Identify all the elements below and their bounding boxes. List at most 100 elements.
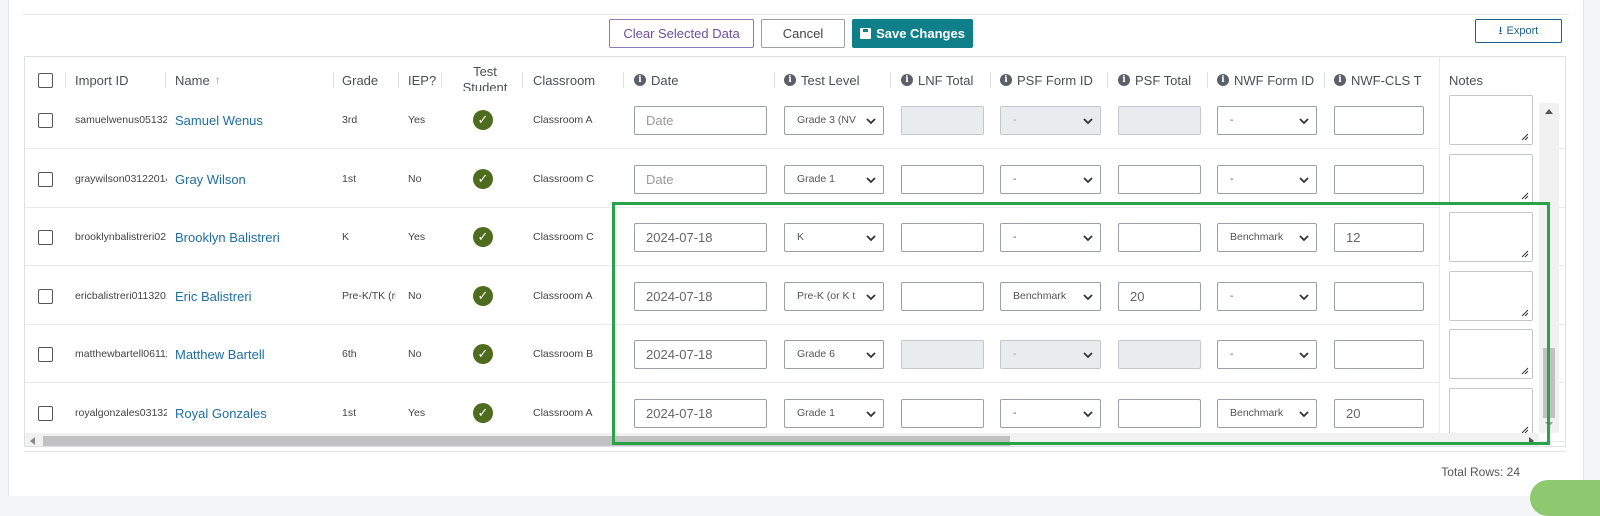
column-separator[interactable] — [398, 72, 399, 88]
horizontal-scrollbar[interactable] — [25, 433, 1539, 447]
nwf-cls-input[interactable] — [1334, 106, 1424, 135]
select-all-checkbox[interactable] — [38, 73, 53, 88]
nwf-form-id-select[interactable]: - — [1217, 106, 1317, 135]
notes-textarea[interactable] — [1449, 212, 1533, 262]
column-separator[interactable] — [65, 72, 66, 88]
table-row[interactable]: matthewbartell0611z Matthew Bartell 6th … — [25, 325, 1565, 383]
save-changes-button[interactable]: Save Changes — [852, 19, 973, 48]
nwf-cls-input[interactable] — [1334, 340, 1424, 369]
nwf-form-id-select[interactable]: Benchmark — [1217, 399, 1317, 428]
column-separator[interactable] — [165, 72, 166, 88]
row-checkbox[interactable] — [38, 347, 53, 362]
student-name-link[interactable]: Brooklyn Balistreri — [175, 208, 280, 266]
date-input[interactable]: 2024-07-18 — [634, 340, 767, 369]
column-separator[interactable] — [990, 72, 991, 88]
info-icon[interactable]: i — [1000, 74, 1012, 86]
date-input[interactable]: Date — [634, 106, 767, 135]
row-checkbox[interactable] — [38, 289, 53, 304]
export-button[interactable]: ⭳Export — [1475, 19, 1562, 43]
nwf-form-id-select[interactable]: - — [1217, 340, 1317, 369]
psf-total-input[interactable] — [1118, 399, 1201, 428]
chevron-down-icon — [865, 115, 877, 127]
psf-total-input[interactable]: 20 — [1118, 282, 1201, 311]
column-separator[interactable] — [1107, 72, 1108, 88]
lnf-total-cell — [901, 325, 984, 383]
table-row[interactable]: brooklynbalistreri02 Brooklyn Balistreri… — [25, 208, 1565, 266]
notes-textarea[interactable] — [1449, 271, 1533, 321]
student-name-link[interactable]: Gray Wilson — [175, 150, 246, 208]
nwf-form-id-select[interactable]: - — [1217, 282, 1317, 311]
row-checkbox-cell[interactable] — [38, 325, 53, 383]
student-name-link[interactable]: Eric Balistreri — [175, 267, 252, 325]
notes-textarea[interactable] — [1449, 388, 1533, 438]
scroll-up-arrow[interactable] — [1545, 109, 1553, 114]
notes-cell — [1449, 325, 1533, 383]
test-level-select[interactable]: Grade 1 — [784, 399, 884, 428]
cancel-button[interactable]: Cancel — [761, 19, 845, 48]
info-icon[interactable]: i — [634, 74, 646, 86]
help-widget[interactable] — [1530, 480, 1600, 516]
psf-form-id-select[interactable]: - — [1000, 165, 1101, 194]
nwf-cls-input[interactable]: 12 — [1334, 223, 1424, 252]
nwf-cls-input[interactable] — [1334, 282, 1424, 311]
nwf-form-id-select[interactable]: Benchmark — [1217, 223, 1317, 252]
test-level-select[interactable]: Grade 3 (NV — [784, 106, 884, 135]
column-separator[interactable] — [774, 72, 775, 88]
info-icon[interactable]: i — [1217, 74, 1229, 86]
psf-total-input[interactable] — [1118, 223, 1201, 252]
lnf-total-input[interactable] — [901, 399, 984, 428]
column-separator[interactable] — [623, 72, 624, 88]
psf-total-input[interactable] — [1118, 165, 1201, 194]
date-input[interactable]: Date — [634, 165, 767, 194]
nwf-cls-input[interactable]: 20 — [1334, 399, 1424, 428]
row-checkbox-cell[interactable] — [38, 267, 53, 325]
psf-form-id-select[interactable]: Benchmark — [1000, 282, 1101, 311]
test-level-select[interactable]: K — [784, 223, 884, 252]
column-separator[interactable] — [522, 72, 523, 88]
clear-selected-data-button[interactable]: Clear Selected Data — [609, 19, 754, 48]
scroll-left-arrow[interactable] — [30, 437, 35, 445]
date-input[interactable]: 2024-07-18 — [634, 399, 767, 428]
row-checkbox-cell[interactable] — [38, 150, 53, 208]
vertical-scroll-thumb[interactable] — [1543, 348, 1555, 418]
row-checkbox[interactable] — [38, 172, 53, 187]
nwf-form-id-select[interactable]: - — [1217, 165, 1317, 194]
date-input[interactable]: 2024-07-18 — [634, 282, 767, 311]
column-separator[interactable] — [441, 72, 442, 88]
lnf-total-input[interactable] — [901, 282, 984, 311]
notes-textarea[interactable] — [1449, 95, 1533, 145]
table-row[interactable]: ericbalistreri01132014 Eric Balistreri P… — [25, 267, 1565, 325]
column-separator[interactable] — [1207, 72, 1208, 88]
info-icon[interactable]: i — [901, 74, 913, 86]
row-checkbox[interactable] — [38, 230, 53, 245]
horizontal-scroll-thumb[interactable] — [43, 436, 1010, 446]
row-checkbox[interactable] — [38, 406, 53, 421]
lnf-total-input[interactable] — [901, 165, 984, 194]
scroll-right-arrow[interactable] — [1529, 437, 1534, 445]
column-separator[interactable] — [333, 72, 334, 88]
table-row[interactable]: graywilson03122014 Gray Wilson 1st No ✓ … — [25, 150, 1565, 208]
test-level-select[interactable]: Pre-K (or K t — [784, 282, 884, 311]
notes-textarea[interactable] — [1449, 154, 1533, 204]
vertical-scrollbar[interactable] — [1539, 103, 1559, 433]
info-icon[interactable]: i — [784, 74, 796, 86]
lnf-total-input[interactable] — [901, 223, 984, 252]
nwf-cls-input[interactable] — [1334, 165, 1424, 194]
scroll-down-arrow[interactable] — [1545, 422, 1553, 427]
notes-textarea[interactable] — [1449, 329, 1533, 379]
column-separator[interactable] — [1324, 72, 1325, 88]
column-separator[interactable] — [890, 72, 891, 88]
row-checkbox-cell[interactable] — [38, 208, 53, 266]
info-icon[interactable]: i — [1118, 74, 1130, 86]
psf-form-id-select[interactable]: - — [1000, 399, 1101, 428]
test-level-select[interactable]: Grade 1 — [784, 165, 884, 194]
test-level-select[interactable]: Grade 6 — [784, 340, 884, 369]
row-checkbox-cell[interactable] — [38, 91, 53, 149]
date-input[interactable]: 2024-07-18 — [634, 223, 767, 252]
psf-form-id-select[interactable]: - — [1000, 223, 1101, 252]
info-icon[interactable]: i — [1334, 74, 1346, 86]
student-name-link[interactable]: Matthew Bartell — [175, 325, 265, 383]
table-row[interactable]: samuelwenus05132( Samuel Wenus 3rd Yes ✓… — [25, 91, 1565, 149]
student-name-link[interactable]: Samuel Wenus — [175, 91, 263, 149]
row-checkbox[interactable] — [38, 113, 53, 128]
